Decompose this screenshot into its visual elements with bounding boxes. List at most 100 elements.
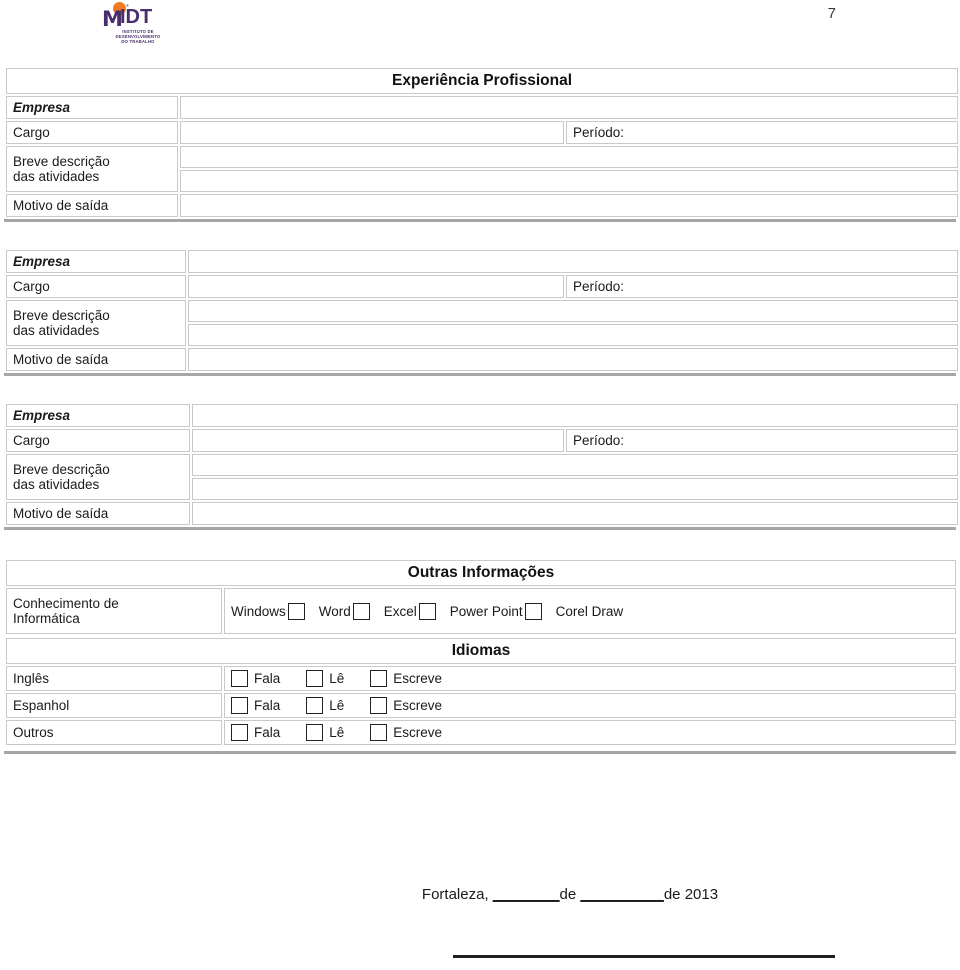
field-descricao-2b[interactable] xyxy=(188,324,958,346)
table-row: Experiência Profissional xyxy=(6,68,959,94)
label-periodo[interactable]: Período: xyxy=(566,121,959,144)
language-skills-row: Fala Lê Escreve xyxy=(231,697,949,714)
computing-skills-cell: Windows Word Excel Power Point Corel Dra… xyxy=(224,588,956,634)
field-empresa-1[interactable] xyxy=(180,96,959,119)
experience-block-3: Empresa Cargo Período: Breve descrição d… xyxy=(4,402,958,530)
label-cargo: Cargo xyxy=(6,429,190,452)
table-row: Idiomas xyxy=(6,638,957,664)
checkbox-ingles-fala[interactable] xyxy=(231,670,248,687)
table-row: Espanhol Fala Lê Escreve xyxy=(6,693,957,718)
languages-table: Idiomas Inglês Fala Lê Escreve Espanhol … xyxy=(4,636,958,747)
label-descricao-line2: das atividades xyxy=(13,477,100,492)
table-row: Breve descrição das atividades xyxy=(6,146,959,192)
label-descricao-line1: Breve descrição xyxy=(13,308,110,323)
checkbox-word[interactable] xyxy=(352,602,370,620)
skill-label-word: Word xyxy=(318,603,351,619)
label-cargo: Cargo xyxy=(6,275,186,298)
table-row: Cargo Período: xyxy=(6,429,958,452)
footer-divider xyxy=(4,751,956,754)
logo-subtitle-line3: DO TRABALHO xyxy=(121,39,155,45)
experience-table-2: Empresa Cargo Período: Breve descrição d… xyxy=(4,248,960,373)
table-row: Empresa xyxy=(6,96,959,119)
skill-label-fala: Fala xyxy=(254,671,281,686)
other-info-table: Outras Informações Conhecimento de Infor… xyxy=(4,558,958,636)
field-descricao-1a[interactable] xyxy=(180,146,959,168)
footer-city: Fortaleza, xyxy=(421,886,489,903)
label-language-espanhol: Espanhol xyxy=(6,693,222,718)
skill-label-windows: Windows xyxy=(231,603,286,619)
field-motivo-3[interactable] xyxy=(192,502,958,525)
page-header: M IDT ® INSTITUTO DE DESENVOLVIMENTO DO … xyxy=(0,0,960,52)
table-row: Breve descrição das atividades xyxy=(6,454,958,500)
computing-skills-row: Windows Word Excel Power Point Corel Dra… xyxy=(231,602,949,620)
footer-de-1: de xyxy=(559,886,577,903)
field-cargo-3[interactable] xyxy=(192,429,564,452)
idt-logo: M IDT ® INSTITUTO DE DESENVOLVIMENTO DO … xyxy=(96,2,172,46)
field-cargo-2[interactable] xyxy=(188,275,564,298)
skill-label-escreve: Escreve xyxy=(393,725,443,740)
table-row: Breve descrição das atividades xyxy=(6,300,958,346)
label-empresa: Empresa xyxy=(6,96,178,119)
label-periodo[interactable]: Período: xyxy=(566,275,958,298)
languages-block: Idiomas Inglês Fala Lê Escreve Espanhol … xyxy=(4,636,958,747)
label-conhecimento-informatica: Conhecimento de Informática xyxy=(6,588,222,634)
checkbox-outros-fala[interactable] xyxy=(231,724,248,741)
signature-line xyxy=(453,955,835,958)
field-motivo-1[interactable] xyxy=(180,194,959,217)
language-skills-cell-outros: Fala Lê Escreve xyxy=(224,720,957,745)
experience-block-1: Experiência Profissional Empresa Cargo P… xyxy=(4,66,959,222)
label-descricao-line1: Breve descrição xyxy=(13,462,110,477)
label-empresa: Empresa xyxy=(6,404,190,427)
logo-m-shape-icon: M xyxy=(102,7,123,31)
field-cargo-1[interactable] xyxy=(180,121,564,144)
place-and-date: Fortaleza, ________de __________de 2013 xyxy=(422,886,718,903)
skill-label-le: Lê xyxy=(329,671,345,686)
logo-trademark: ® xyxy=(126,3,129,8)
table-row: Empresa xyxy=(6,404,958,427)
languages-section-title: Idiomas xyxy=(6,638,957,664)
skill-label-escreve: Escreve xyxy=(393,698,443,713)
language-skills-row: Fala Lê Escreve xyxy=(231,670,949,687)
label-periodo[interactable]: Período: xyxy=(566,429,958,452)
checkbox-outros-le[interactable] xyxy=(306,724,324,741)
checkbox-espanhol-fala[interactable] xyxy=(231,697,248,714)
checkbox-power-point[interactable] xyxy=(524,602,542,620)
label-descricao-line2: das atividades xyxy=(13,323,100,338)
experience-table-3: Empresa Cargo Período: Breve descrição d… xyxy=(4,402,960,527)
field-descricao-1b[interactable] xyxy=(180,170,959,192)
field-empresa-2[interactable] xyxy=(188,250,958,273)
label-breve-descricao: Breve descrição das atividades xyxy=(6,300,186,346)
logo-subtitle: INSTITUTO DE DESENVOLVIMENTO DO TRABALHO xyxy=(104,29,172,45)
footer-year: de 2013 xyxy=(663,886,719,903)
field-motivo-2[interactable] xyxy=(188,348,958,371)
table-row: Empresa xyxy=(6,250,958,273)
field-descricao-3a[interactable] xyxy=(192,454,958,476)
footer-month-blank[interactable]: __________ xyxy=(580,886,663,903)
skill-label-le: Lê xyxy=(329,698,345,713)
experience-table-1: Experiência Profissional Empresa Cargo P… xyxy=(4,66,960,219)
checkbox-ingles-le[interactable] xyxy=(306,670,324,687)
checkbox-excel[interactable] xyxy=(418,602,436,620)
checkbox-ingles-escreve[interactable] xyxy=(370,670,388,687)
label-breve-descricao: Breve descrição das atividades xyxy=(6,454,190,500)
label-informatica-line2: Informática xyxy=(13,611,80,626)
table-row: Outros Fala Lê Escreve xyxy=(6,720,957,745)
table-row: Motivo de saída xyxy=(6,194,959,217)
skill-label-le: Lê xyxy=(329,725,345,740)
checkbox-windows[interactable] xyxy=(287,602,305,620)
field-descricao-2a[interactable] xyxy=(188,300,958,322)
skill-label-power-point: Power Point xyxy=(449,603,523,619)
checkbox-espanhol-le[interactable] xyxy=(306,697,324,714)
page-number: 7 xyxy=(827,5,836,22)
footer-day-blank[interactable]: ________ xyxy=(493,886,560,903)
logo-acronym: IDT xyxy=(120,6,153,28)
label-language-ingles: Inglês xyxy=(6,666,222,691)
checkbox-espanhol-escreve[interactable] xyxy=(370,697,388,714)
skill-label-fala: Fala xyxy=(254,725,281,740)
skill-label-corel-draw: Corel Draw xyxy=(555,603,624,619)
field-empresa-3[interactable] xyxy=(192,404,958,427)
checkbox-outros-escreve[interactable] xyxy=(370,724,388,741)
skill-label-excel: Excel xyxy=(383,603,417,619)
footer: Fortaleza, ________de __________de 2013 xyxy=(0,886,960,904)
field-descricao-3b[interactable] xyxy=(192,478,958,500)
